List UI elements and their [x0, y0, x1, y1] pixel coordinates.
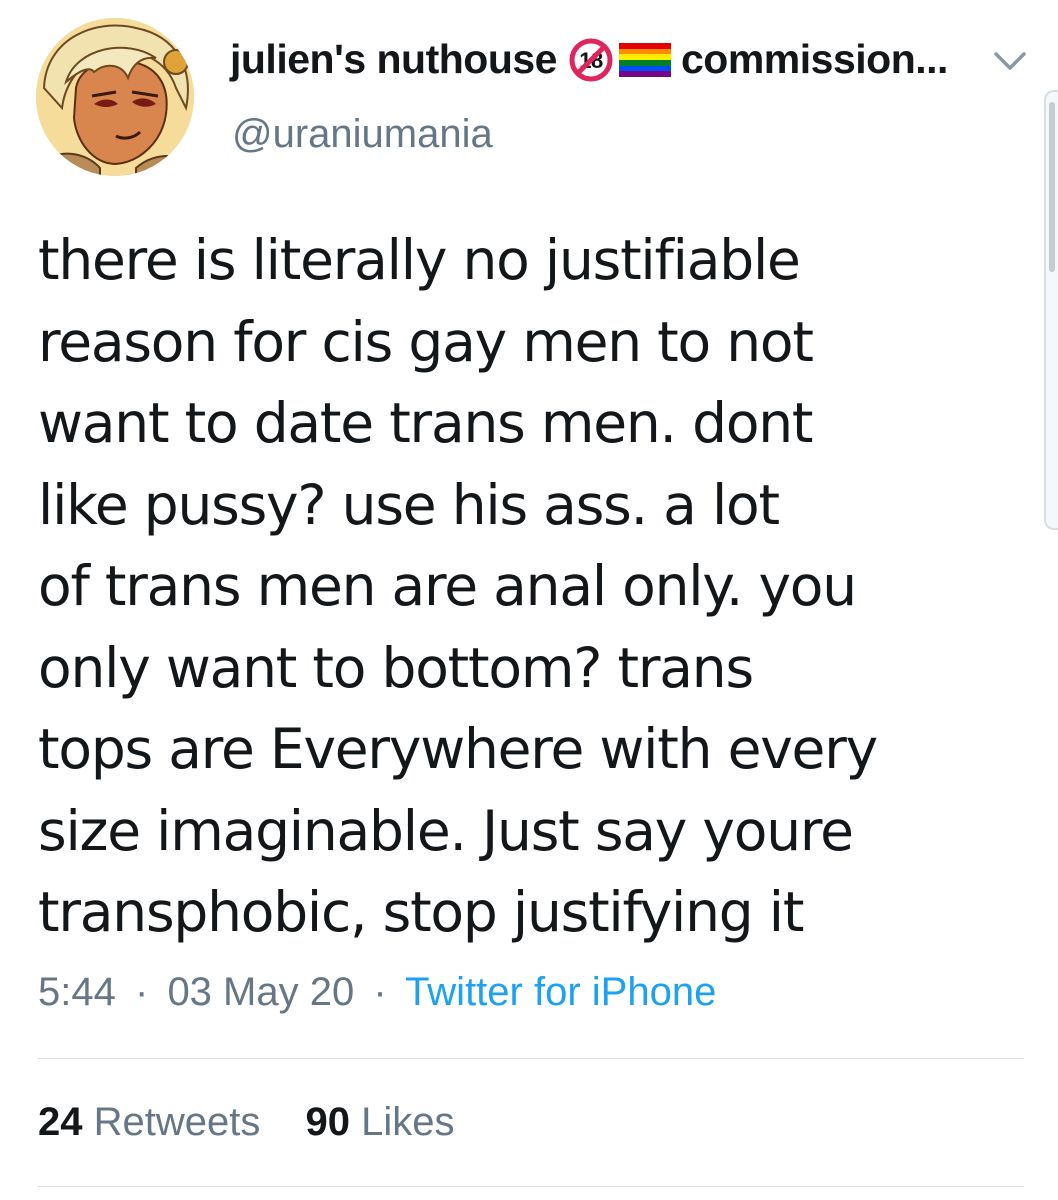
tweet-time[interactable]: 5:44	[38, 970, 116, 1014]
tweet-line: of trans men are anal only. you	[38, 554, 857, 618]
divider	[38, 1186, 1024, 1187]
likes-count: 90	[305, 1100, 351, 1144]
anime-character-avatar-icon	[36, 18, 194, 176]
tweet-date[interactable]: 03 May 20	[167, 970, 354, 1014]
tweet-line: there is literally no justifiable	[38, 228, 801, 292]
tweet-text: there is literally no justifiable reason…	[38, 220, 998, 954]
retweets-stat[interactable]: 24 Retweets	[38, 1100, 272, 1144]
tweet-source-link[interactable]: Twitter for iPhone	[405, 970, 716, 1014]
rainbow-flag-icon	[619, 42, 671, 77]
tweet-meta: 5:44 · 03 May 20 · Twitter for iPhone	[38, 970, 716, 1015]
tweet-line: like pussy? use his ass. a lot	[38, 472, 780, 537]
no-under-18-icon: 18	[569, 38, 613, 81]
tweet-line: tops are Everywhere with every	[38, 717, 878, 781]
author-display-name[interactable]: julien's nuthouse	[230, 36, 558, 83]
tweet-line: size imaginable. Just say youre	[38, 798, 854, 863]
author-handle[interactable]: @uraniumania	[232, 112, 493, 157]
tweet-line: transphobic, stop justifying it	[38, 880, 804, 944]
tweet-line: only want to bottom? trans	[38, 635, 754, 700]
tweet-stats: 24 Retweets 90 Likes	[38, 1100, 489, 1145]
chevron-down-icon[interactable]	[990, 46, 1030, 74]
meta-separator: ·	[134, 970, 149, 1014]
author-name-suffix[interactable]: commission...	[681, 36, 948, 83]
retweets-label: Retweets	[93, 1100, 261, 1144]
retweets-count: 24	[38, 1100, 83, 1144]
meta-separator: ·	[373, 970, 387, 1014]
tweet-line: reason for cis gay men to not	[38, 309, 814, 374]
likes-stat[interactable]: 90 Likes	[306, 1100, 455, 1144]
divider	[38, 1058, 1024, 1059]
tweet-line: want to date trans men. dont	[38, 391, 813, 455]
scrollbar-thumb[interactable]	[1049, 102, 1055, 272]
author-name-row[interactable]: julien's nuthouse 18 commission...	[230, 36, 948, 83]
scrollbar[interactable]	[1044, 90, 1058, 530]
avatar[interactable]	[36, 18, 194, 176]
likes-label: Likes	[361, 1100, 455, 1144]
